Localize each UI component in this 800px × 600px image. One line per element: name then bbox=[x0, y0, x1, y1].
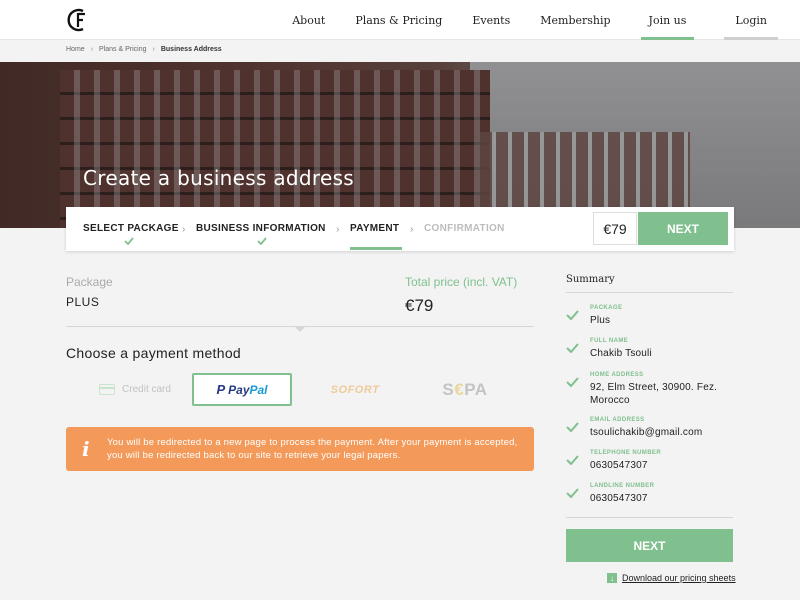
chevron-right-icon: › bbox=[336, 224, 340, 235]
check-icon bbox=[566, 422, 579, 432]
chevron-right-icon: › bbox=[410, 224, 414, 235]
step-label: CONFIRMATION bbox=[424, 223, 505, 234]
divider-notch bbox=[294, 326, 306, 332]
sepa-logo: S€PA bbox=[442, 379, 488, 399]
step-label: BUSINESS INFORMATION bbox=[196, 223, 326, 234]
credit-card-icon bbox=[99, 384, 116, 395]
summary-value: 0630547307 bbox=[590, 493, 648, 504]
package-value: PLUS bbox=[66, 295, 100, 309]
summary-key: FULL NAME bbox=[590, 338, 629, 344]
package-label: Package bbox=[66, 275, 113, 289]
step-label: SELECT PACKAGE bbox=[83, 223, 179, 234]
price-display: €79 bbox=[593, 212, 637, 245]
total-price-value: €79 bbox=[405, 296, 434, 315]
nav-join-us[interactable]: Join us bbox=[640, 14, 695, 40]
check-icon bbox=[124, 237, 134, 245]
step-business-information[interactable]: BUSINESS INFORMATION bbox=[196, 207, 334, 251]
summary-value: tsoulichakib@gmail.com bbox=[590, 427, 703, 438]
breadcrumb-separator: › bbox=[152, 46, 155, 53]
summary-value: Chakib Tsouli bbox=[590, 348, 652, 359]
step-select-package[interactable]: SELECT PACKAGE bbox=[83, 207, 191, 251]
site-header: About Plans & Pricing Events Membership … bbox=[0, 0, 800, 40]
summary-value: 92, Elm Street, 30900. Fez. Morocco bbox=[590, 382, 718, 406]
next-button-top[interactable]: NEXT bbox=[638, 212, 728, 245]
info-icon: i bbox=[82, 437, 90, 461]
nav-membership[interactable]: Membership bbox=[540, 14, 610, 27]
redirect-info-box: i You will be redirected to a new page t… bbox=[66, 427, 534, 471]
summary-value: Plus bbox=[590, 315, 611, 326]
download-pricing-link[interactable]: ↓ Download our pricing sheets bbox=[607, 573, 736, 583]
credit-card-label: Credit card bbox=[122, 384, 171, 395]
main-nav: About Plans & Pricing Events Membership … bbox=[262, 0, 778, 40]
hero-overlay bbox=[0, 62, 800, 228]
sofort-logo: SOFORT bbox=[330, 383, 380, 396]
total-price-label: Total price (incl. VAT) bbox=[405, 275, 518, 289]
summary-key: EMAIL ADDRESS bbox=[590, 417, 645, 423]
hero-banner: Create a business address bbox=[0, 62, 800, 228]
nav-about[interactable]: About bbox=[292, 14, 325, 27]
breadcrumb: Home › Plans & Pricing › Business Addres… bbox=[66, 46, 222, 53]
breadcrumb-separator: › bbox=[90, 46, 94, 53]
checkout-stepper: SELECT PACKAGE › BUSINESS INFORMATION › … bbox=[66, 207, 734, 251]
summary-key: HOME ADDRESS bbox=[590, 372, 644, 378]
divider bbox=[566, 517, 733, 518]
download-label: Download our pricing sheets bbox=[622, 573, 736, 583]
nav-events[interactable]: Events bbox=[472, 14, 510, 27]
check-icon bbox=[566, 310, 579, 320]
step-payment[interactable]: PAYMENT bbox=[350, 207, 402, 251]
nav-plans-pricing[interactable]: Plans & Pricing bbox=[355, 14, 442, 27]
step-label: PAYMENT bbox=[350, 223, 400, 234]
summary-key: TELEPHONE NUMBER bbox=[590, 450, 662, 456]
download-icon: ↓ bbox=[607, 573, 617, 583]
summary-value: 0630547307 bbox=[590, 460, 648, 471]
chevron-right-icon: › bbox=[182, 224, 186, 235]
check-icon bbox=[566, 343, 579, 353]
payment-option-paypal[interactable]: P PayPal bbox=[192, 373, 292, 406]
summary-key: PACKAGE bbox=[590, 305, 623, 311]
summary-key: LANDLINE NUMBER bbox=[590, 483, 655, 489]
summary-title: Summary bbox=[566, 274, 615, 285]
payment-option-sepa[interactable]: S€PA bbox=[420, 373, 510, 406]
next-button-bottom[interactable]: NEXT bbox=[566, 529, 733, 562]
check-icon bbox=[257, 237, 267, 245]
check-icon bbox=[566, 455, 579, 465]
payment-option-credit-card[interactable]: Credit card bbox=[80, 373, 190, 406]
logo[interactable] bbox=[66, 7, 90, 33]
hero-title: Create a business address bbox=[83, 166, 355, 190]
redirect-info-text: You will be redirected to a new page to … bbox=[107, 437, 518, 461]
paypal-wordmark: PayPal bbox=[228, 382, 268, 397]
check-icon bbox=[566, 377, 579, 387]
breadcrumb-home[interactable]: Home bbox=[66, 46, 85, 53]
breadcrumb-current: Business Address bbox=[160, 46, 222, 53]
payment-option-sofort[interactable]: SOFORT bbox=[310, 373, 400, 406]
paypal-logo-icon: P bbox=[216, 382, 226, 397]
nav-login[interactable]: Login bbox=[724, 14, 778, 40]
step-confirmation: CONFIRMATION bbox=[424, 207, 514, 251]
payment-method-heading: Choose a payment method bbox=[66, 345, 242, 361]
check-icon bbox=[566, 488, 579, 498]
divider bbox=[566, 292, 733, 293]
breadcrumb-plans-pricing[interactable]: Plans & Pricing bbox=[99, 46, 146, 53]
